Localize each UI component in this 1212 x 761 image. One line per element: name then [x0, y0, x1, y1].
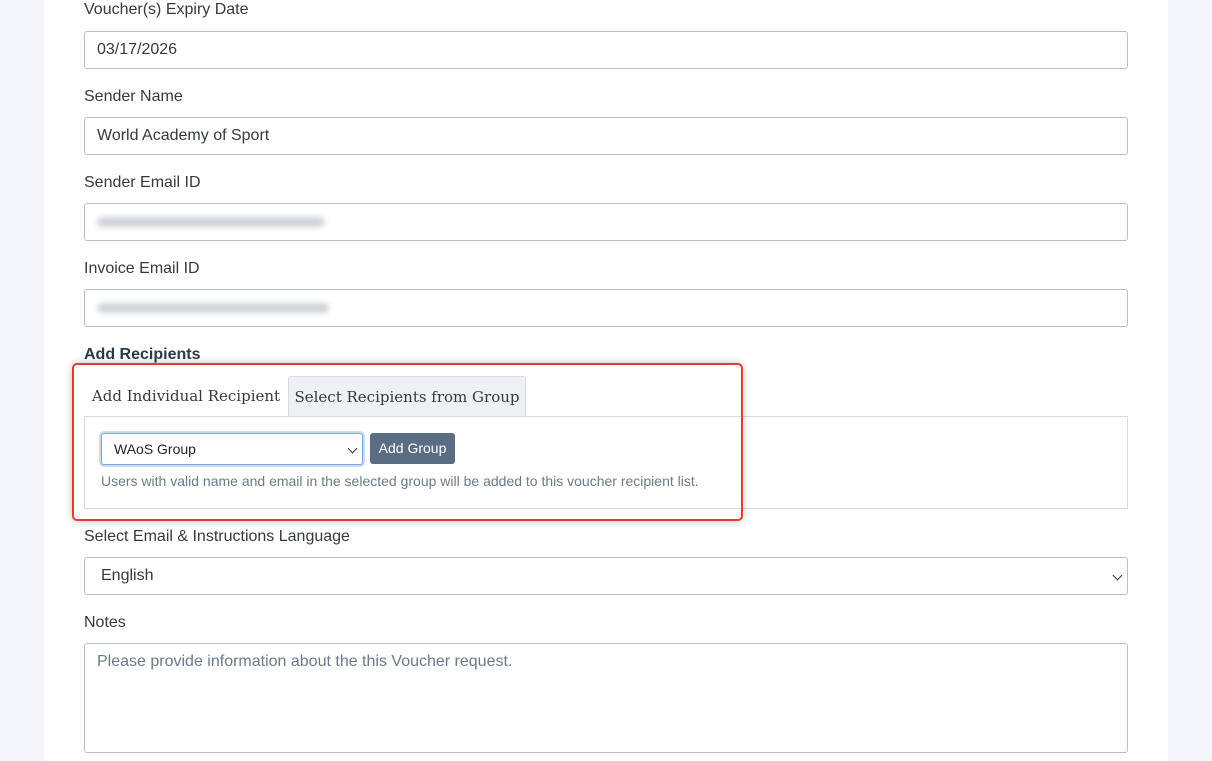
invoice-email-label: Invoice Email ID — [84, 260, 200, 277]
redacted-invoice-email — [97, 303, 329, 313]
add-recipients-heading: Add Recipients — [84, 346, 201, 363]
group-tab-panel: WAoS Group Add Group Users with valid na… — [84, 416, 1128, 509]
redacted-sender-email — [97, 217, 325, 227]
group-select[interactable]: WAoS Group — [101, 433, 363, 465]
tab-select-recipients-from-group[interactable]: Select Recipients from Group — [288, 376, 526, 417]
sender-name-input[interactable]: World Academy of Sport — [84, 117, 1128, 155]
notes-label: Notes — [84, 614, 126, 631]
sender-email-input[interactable] — [84, 203, 1128, 241]
group-select-value: WAoS Group — [114, 441, 196, 457]
sender-name-label: Sender Name — [84, 88, 183, 105]
expiry-date-label: Voucher(s) Expiry Date — [84, 1, 249, 18]
form-panel: Voucher(s) Expiry Date 03/17/2026 Sender… — [44, 0, 1168, 761]
add-group-button[interactable]: Add Group — [370, 433, 455, 464]
group-help-text: Users with valid name and email in the s… — [101, 473, 699, 489]
sender-email-label: Sender Email ID — [84, 174, 201, 191]
expiry-date-input[interactable]: 03/17/2026 — [84, 31, 1128, 69]
invoice-email-input[interactable] — [84, 289, 1128, 327]
language-label: Select Email & Instructions Language — [84, 528, 350, 545]
chevron-down-icon — [347, 443, 358, 454]
chevron-down-icon — [1112, 570, 1123, 581]
language-select[interactable]: English — [84, 557, 1128, 595]
notes-textarea[interactable]: Please provide information about the thi… — [84, 643, 1128, 753]
tab-add-individual-recipient[interactable]: Add Individual Recipient — [84, 376, 288, 417]
language-select-value: English — [101, 567, 154, 584]
